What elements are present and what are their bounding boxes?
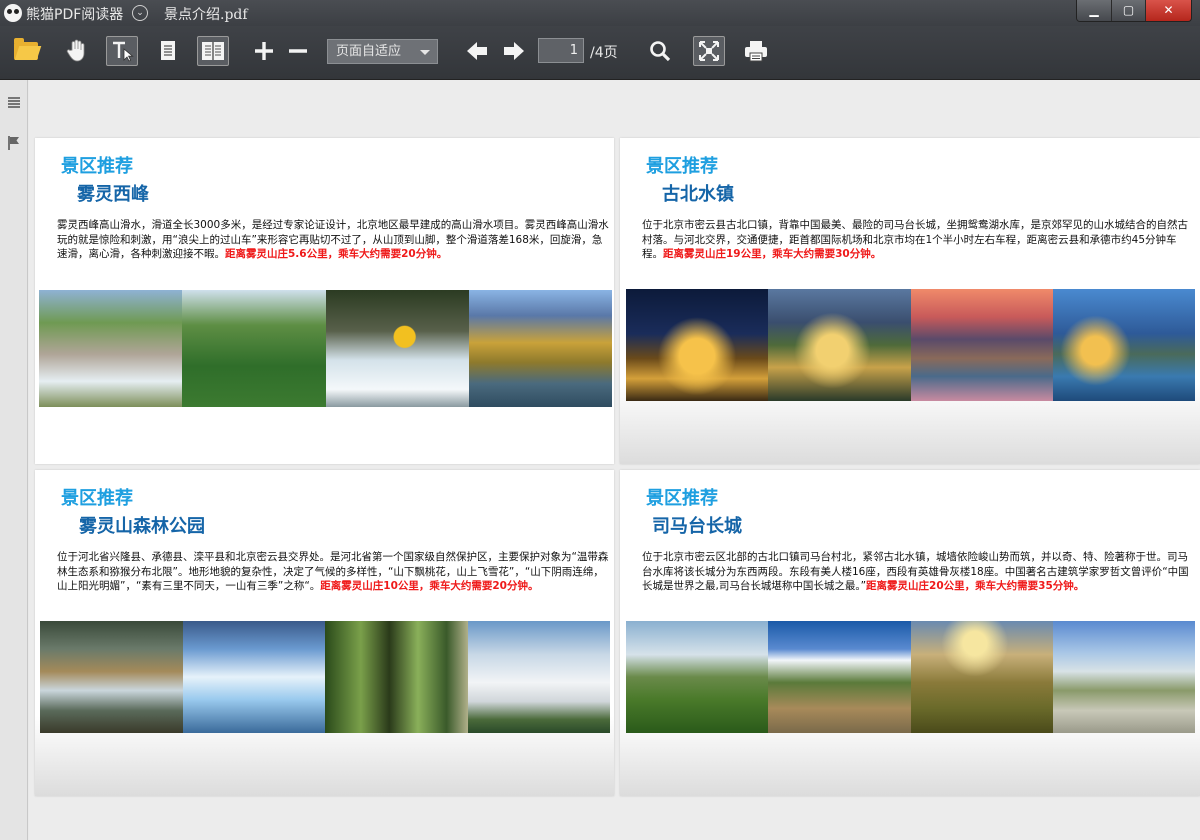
text-select-icon <box>113 41 134 62</box>
search-icon <box>650 41 671 62</box>
fullscreen-icon <box>699 41 719 61</box>
toolbar: 页面自适应 /4页 <box>0 26 1200 80</box>
panda-logo-icon <box>4 4 22 22</box>
single-page-button[interactable] <box>152 36 184 66</box>
search-button[interactable] <box>644 36 676 66</box>
photo <box>626 289 769 401</box>
section-heading: 景区推荐 <box>646 156 718 177</box>
photo <box>325 290 469 407</box>
spot-title: 古北水镇 <box>662 184 734 205</box>
photo <box>768 289 911 401</box>
section-heading: 景区推荐 <box>61 156 133 177</box>
title-bar: 熊猫PDF阅读器 ⌄ 景点介绍.pdf ▁ ▢ ✕ <box>0 0 1200 26</box>
distance-highlight: 距离雾灵山庄5.6公里，乘车大约需要20分钟。 <box>225 248 448 260</box>
spot-card: 景区推荐 雾灵西峰 雾灵西峰高山滑水，滑道全长3000多米，是经过专家论证设计，… <box>35 138 614 464</box>
document-name: 景点介绍.pdf <box>164 7 248 23</box>
spot-card: 景区推荐 古北水镇 位于北京市密云县古北口镇，背靠中国最美、最险的司马台长城，坐… <box>620 138 1200 464</box>
photo-strip <box>39 290 612 407</box>
photo <box>182 621 325 733</box>
two-page-button[interactable] <box>197 36 229 66</box>
app-name: 熊猫PDF阅读器 <box>26 7 124 23</box>
spot-title: 司马台长城 <box>652 516 742 537</box>
spot-card: 景区推荐 司马台长城 位于北京市密云区北部的古北口镇司马台村北，紧邻古北水镇，城… <box>620 470 1200 796</box>
fullscreen-button[interactable] <box>693 36 725 66</box>
photo <box>1052 289 1195 401</box>
window-controls: ▁ ▢ ✕ <box>1076 0 1192 22</box>
page-number-input[interactable] <box>538 38 584 63</box>
section-heading: 景区推荐 <box>61 488 133 509</box>
side-panel-strip <box>0 80 28 840</box>
zoom-in-button[interactable] <box>248 36 280 66</box>
chevron-down-icon <box>420 50 430 55</box>
maximize-button[interactable]: ▢ <box>1111 0 1145 21</box>
spot-title: 雾灵山森林公园 <box>79 516 205 537</box>
photo <box>626 621 769 733</box>
photo <box>1052 621 1195 733</box>
next-page-icon <box>504 42 524 60</box>
spot-title: 雾灵西峰 <box>77 184 149 205</box>
distance-highlight: 距离雾灵山庄10公里，乘车大约需要20分钟。 <box>320 580 539 592</box>
hand-tool-icon <box>66 39 85 62</box>
hand-tool-button[interactable] <box>61 36 93 66</box>
photo <box>910 621 1053 733</box>
prev-page-icon <box>467 42 487 60</box>
photo <box>468 290 612 407</box>
distance-highlight: 距离雾灵山庄19公里，乘车大约需要30分钟。 <box>663 248 882 260</box>
photo <box>467 621 610 733</box>
photo <box>182 290 326 407</box>
distance-highlight: 距离雾灵山庄20公里，乘车大约需要35分钟。 <box>866 580 1085 592</box>
open-file-button[interactable] <box>10 36 42 66</box>
next-page-button[interactable] <box>502 40 526 62</box>
print-button[interactable] <box>740 36 772 66</box>
photo-strip <box>40 621 610 733</box>
photo <box>39 290 183 407</box>
app-menu-chevron-icon[interactable]: ⌄ <box>132 5 148 21</box>
spot-description: 位于北京市密云县古北口镇，背靠中国最美、最险的司马台长城，坐拥鸳鸯湖水库，是京郊… <box>642 218 1190 262</box>
zoom-mode-select[interactable]: 页面自适应 <box>327 39 438 64</box>
outline-icon[interactable] <box>5 96 22 113</box>
spot-description: 位于河北省兴隆县、承德县、滦平县和北京密云县交界处。是河北省第一个国家级自然保护… <box>57 550 609 594</box>
document-view[interactable]: 景区推荐 雾灵西峰 雾灵西峰高山滑水，滑道全长3000多米，是经过专家论证设计，… <box>29 80 1200 840</box>
print-icon <box>745 41 767 62</box>
close-button[interactable]: ✕ <box>1145 0 1191 21</box>
spot-card: 景区推荐 雾灵山森林公园 位于河北省兴隆县、承德县、滦平县和北京密云县交界处。是… <box>35 470 614 796</box>
prev-page-button[interactable] <box>465 40 489 62</box>
zoom-mode-value: 页面自适应 <box>336 44 402 59</box>
zoom-out-button[interactable] <box>282 36 314 66</box>
two-page-icon <box>202 42 224 60</box>
photo <box>40 621 183 733</box>
photo-strip <box>626 621 1195 733</box>
photo <box>910 289 1053 401</box>
page-total: /4页 <box>590 45 618 61</box>
photo <box>768 621 911 733</box>
text-select-button[interactable] <box>106 36 138 66</box>
minimize-button[interactable]: ▁ <box>1077 0 1111 21</box>
single-page-icon <box>161 41 175 60</box>
photo-strip <box>626 289 1195 401</box>
spot-description: 雾灵西峰高山滑水，滑道全长3000多米，是经过专家论证设计，北京地区最早建成的高… <box>57 218 609 262</box>
open-folder-icon <box>14 38 38 60</box>
zoom-out-icon <box>289 49 307 53</box>
zoom-in-icon <box>255 42 273 60</box>
spot-description: 位于北京市密云区北部的古北口镇司马台村北，紧邻古北水镇，城墙依险峻山势而筑，并以… <box>642 550 1190 594</box>
section-heading: 景区推荐 <box>646 488 718 509</box>
bookmark-flag-icon[interactable] <box>5 135 22 152</box>
photo <box>325 621 468 733</box>
